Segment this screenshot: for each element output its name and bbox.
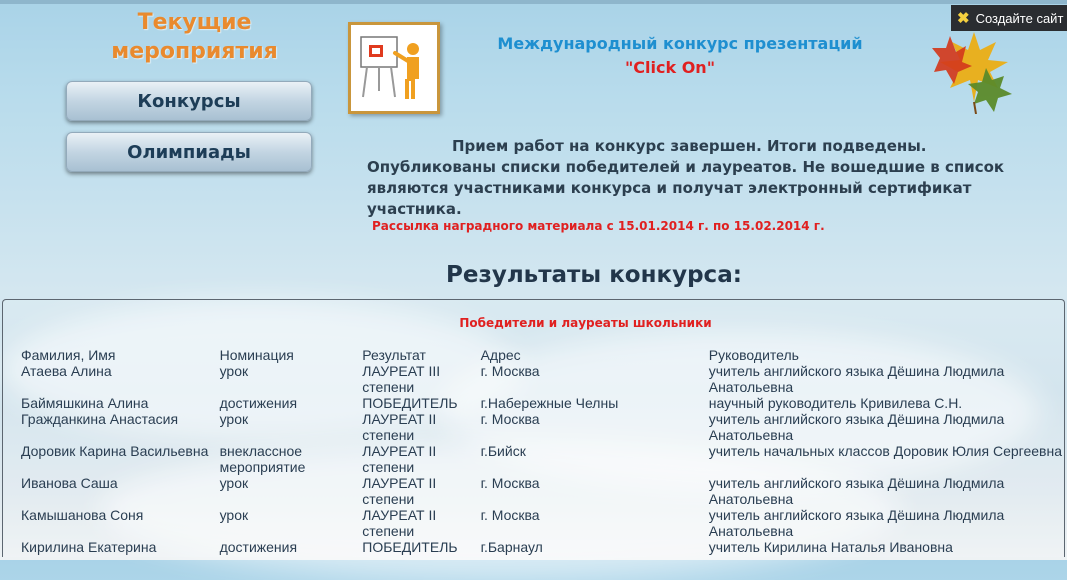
cell-address: г. Москва [480, 475, 540, 491]
contest-title: Международный конкурс презентаций [497, 34, 863, 53]
cell-supervisor: научный руководитель Кривилева С.Н. [708, 395, 963, 411]
cell-name: Иванова Саша [21, 475, 118, 491]
cell-supervisor: учитель начальных классов Доровик Юлия С… [708, 443, 1062, 459]
sidebar-title-line2: мероприятия [111, 39, 278, 64]
cell-result: ЛАУРЕАТ II степени [362, 443, 437, 475]
presenter-icon [360, 36, 419, 99]
cell-supervisor: учитель английского языка Дёшина Людмила… [708, 475, 1005, 507]
column-header-name: Фамилия, Имя [21, 347, 116, 363]
close-x-icon: ✖ [957, 10, 970, 27]
cell-address: г. Москва [480, 363, 540, 379]
presentation-logo [348, 22, 440, 114]
column-header-supervisor: Руководитель [708, 347, 799, 363]
announcement: Прием работ на конкурс завершен. Итоги п… [367, 136, 1037, 220]
column-header-nomination: Номинация [219, 347, 294, 363]
top-border [0, 0, 1067, 4]
sidebar-title: Текущие мероприятия [92, 8, 297, 66]
cell-nomination: урок [219, 411, 249, 427]
cell-nomination: урок [219, 363, 249, 379]
table-row: Доровик Карина Васильевна внеклассное ме… [19, 443, 1064, 475]
cell-nomination: достижения [219, 395, 298, 411]
column-header-address: Адрес [480, 347, 521, 363]
cell-name: Кирилина Екатерина [21, 539, 157, 555]
mailing-notice: Рассылка наградного материала с 15.01.20… [372, 219, 825, 233]
table-row: Иванова Саша урок ЛАУРЕАТ II степени г. … [19, 475, 1064, 507]
results-caption: Победители и лауреаты школьники [459, 316, 712, 330]
cell-result: ПОБЕДИТЕЛЬ [362, 395, 458, 411]
olympiads-button[interactable]: Олимпиады [66, 132, 312, 172]
cell-name: Атаева Алина [21, 363, 112, 379]
table-row: Камышанова Соня урок ЛАУРЕАТ II степени … [19, 507, 1064, 539]
cell-supervisor: учитель английского языка Дёшина Людмила… [708, 411, 1005, 443]
table-row: Гражданкина Анастасия урок ЛАУРЕАТ II ст… [19, 411, 1064, 443]
cell-address: г. Москва [480, 411, 540, 427]
table-row: Атаева Алина урок ЛАУРЕАТ III степени г.… [19, 363, 1064, 395]
autumn-leaves-icon [932, 32, 1012, 114]
cell-result: ЛАУРЕАТ II степени [362, 475, 437, 507]
create-site-label: Создайте сайт [975, 10, 1064, 26]
cell-name: Камышанова Соня [21, 507, 144, 523]
cell-supervisor: учитель английского языка Дёшина Людмила… [708, 363, 1005, 395]
cell-nomination: внеклассное мероприятие [219, 443, 306, 475]
contest-name: "Click On" [624, 58, 716, 77]
cell-address: г.Бийск [480, 443, 526, 459]
cell-nomination: достижения [219, 539, 298, 555]
results-panel: Победители и лауреаты школьники Фамилия,… [2, 299, 1065, 557]
cell-result: ЛАУРЕАТ II степени [362, 411, 437, 443]
cell-result: ЛАУРЕАТ II степени [362, 507, 437, 539]
cell-nomination: урок [219, 475, 249, 491]
cell-result: ЛАУРЕАТ III степени [362, 363, 441, 395]
sidebar-title-line1: Текущие [137, 10, 252, 35]
table-row: Кирилина Екатерина достижения ПОБЕДИТЕЛЬ… [19, 539, 1064, 555]
contests-button[interactable]: Конкурсы [66, 81, 312, 121]
cell-name: Доровик Карина Васильевна [21, 443, 209, 459]
cell-address: г.Набережные Челны [480, 395, 619, 411]
results-title: Результаты конкурса: [446, 262, 742, 288]
cell-name: Гражданкина Анастасия [21, 411, 179, 427]
cell-name: Баймяшкина Алина [21, 395, 149, 411]
cell-supervisor: учитель английского языка Дёшина Людмила… [708, 507, 1005, 539]
table-row: Баймяшкина Алина достижения ПОБЕДИТЕЛЬ г… [19, 395, 1064, 411]
cell-address: г.Барнаул [480, 539, 543, 555]
cell-result: ПОБЕДИТЕЛЬ [362, 539, 458, 555]
cell-nomination: урок [219, 507, 249, 523]
table-header-row: Фамилия, Имя Номинация Результат Адрес Р… [19, 347, 1064, 363]
announcement-text: Прием работ на конкурс завершен. Итоги п… [367, 137, 1005, 218]
cell-address: г. Москва [480, 507, 540, 523]
column-header-result: Результат [362, 347, 426, 363]
create-site-button[interactable]: ✖ Создайте сайт [951, 5, 1067, 31]
results-table: Фамилия, Имя Номинация Результат Адрес Р… [19, 347, 1064, 555]
cell-supervisor: учитель Кирилина Наталья Ивановна [708, 539, 953, 555]
